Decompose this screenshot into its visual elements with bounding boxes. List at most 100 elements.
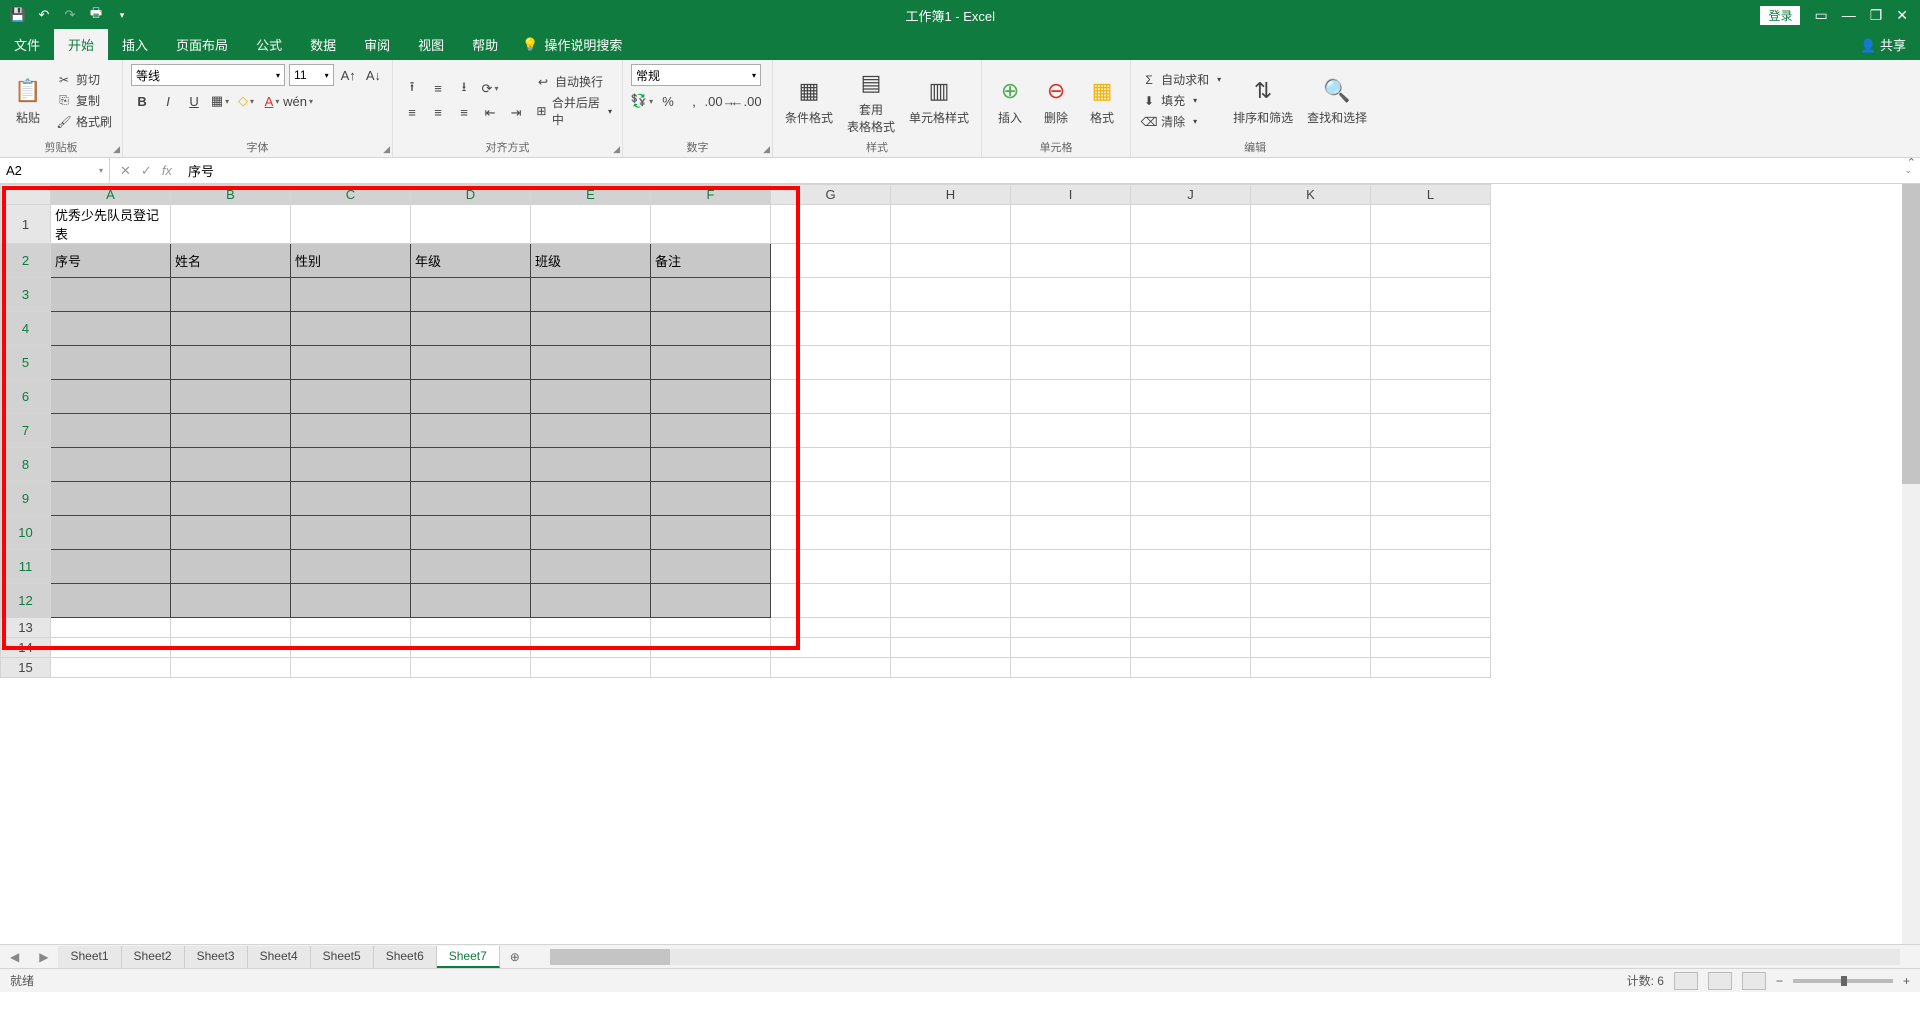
cell-G3[interactable]: [771, 278, 891, 312]
cut-button[interactable]: ✂剪切: [54, 70, 114, 89]
cell-H10[interactable]: [891, 516, 1011, 550]
cell-A13[interactable]: [51, 618, 171, 638]
row-header-7[interactable]: 7: [1, 414, 51, 448]
cell-L6[interactable]: [1371, 380, 1491, 414]
tab-review[interactable]: 审阅: [350, 29, 404, 60]
cell-L3[interactable]: [1371, 278, 1491, 312]
cell-F3[interactable]: [651, 278, 771, 312]
tab-home[interactable]: 开始: [54, 29, 108, 60]
cell-J12[interactable]: [1131, 584, 1251, 618]
decrease-decimal-icon[interactable]: ←.00: [735, 90, 757, 112]
cell-B9[interactable]: [171, 482, 291, 516]
cell-E3[interactable]: [531, 278, 651, 312]
cell-H15[interactable]: [891, 658, 1011, 678]
cell-J11[interactable]: [1131, 550, 1251, 584]
tab-formulas[interactable]: 公式: [242, 29, 296, 60]
cell-H8[interactable]: [891, 448, 1011, 482]
cell-A10[interactable]: [51, 516, 171, 550]
align-bottom-icon[interactable]: ⭳: [453, 78, 475, 100]
cell-D13[interactable]: [411, 618, 531, 638]
cell-A2[interactable]: 序号: [51, 244, 171, 278]
cell-K12[interactable]: [1251, 584, 1371, 618]
redo-icon[interactable]: ↷: [62, 7, 78, 23]
col-header-D[interactable]: D: [411, 185, 531, 205]
add-sheet-icon[interactable]: ⊕: [500, 950, 530, 964]
cell-E10[interactable]: [531, 516, 651, 550]
row-header-14[interactable]: 14: [1, 638, 51, 658]
restore-icon[interactable]: ❐: [1870, 7, 1883, 24]
cell-J8[interactable]: [1131, 448, 1251, 482]
cell-K5[interactable]: [1251, 346, 1371, 380]
cell-J1[interactable]: [1131, 205, 1251, 244]
cell-K2[interactable]: [1251, 244, 1371, 278]
cell-A11[interactable]: [51, 550, 171, 584]
cell-B12[interactable]: [171, 584, 291, 618]
cell-E7[interactable]: [531, 414, 651, 448]
cell-I8[interactable]: [1011, 448, 1131, 482]
cell-K8[interactable]: [1251, 448, 1371, 482]
row-header-3[interactable]: 3: [1, 278, 51, 312]
cell-I6[interactable]: [1011, 380, 1131, 414]
cell-F13[interactable]: [651, 618, 771, 638]
cell-D7[interactable]: [411, 414, 531, 448]
font-name-combo[interactable]: 等线▾: [131, 64, 285, 86]
collapse-ribbon-icon[interactable]: ⌃: [1907, 156, 1916, 169]
cell-C6[interactable]: [291, 380, 411, 414]
cell-I12[interactable]: [1011, 584, 1131, 618]
cell-G4[interactable]: [771, 312, 891, 346]
tell-me[interactable]: 💡 操作说明搜索: [512, 29, 632, 60]
zoom-slider[interactable]: [1793, 979, 1893, 983]
cell-D15[interactable]: [411, 658, 531, 678]
vertical-scrollbar[interactable]: [1902, 184, 1920, 944]
cell-J7[interactable]: [1131, 414, 1251, 448]
col-header-H[interactable]: H: [891, 185, 1011, 205]
format-cells-button[interactable]: ▦格式: [1082, 73, 1122, 128]
row-header-10[interactable]: 10: [1, 516, 51, 550]
align-launcher-icon[interactable]: ◢: [613, 144, 620, 155]
cell-G1[interactable]: [771, 205, 891, 244]
cell-C12[interactable]: [291, 584, 411, 618]
cell-I14[interactable]: [1011, 638, 1131, 658]
cell-C8[interactable]: [291, 448, 411, 482]
cell-J10[interactable]: [1131, 516, 1251, 550]
share-button[interactable]: 👤 共享: [1846, 29, 1920, 60]
fill-button[interactable]: ⬇填充▾: [1139, 91, 1223, 110]
hscroll-thumb[interactable]: [550, 949, 670, 965]
cell-G6[interactable]: [771, 380, 891, 414]
copy-button[interactable]: ⎘复制: [54, 91, 114, 110]
cell-I3[interactable]: [1011, 278, 1131, 312]
sheet-tab-Sheet2[interactable]: Sheet2: [122, 946, 185, 968]
number-format-combo[interactable]: 常规▾: [631, 64, 761, 86]
row-header-5[interactable]: 5: [1, 346, 51, 380]
table-style-button[interactable]: ▤套用 表格格式: [843, 65, 899, 137]
cell-J6[interactable]: [1131, 380, 1251, 414]
cell-H3[interactable]: [891, 278, 1011, 312]
row-header-9[interactable]: 9: [1, 482, 51, 516]
tab-layout[interactable]: 页面布局: [162, 29, 242, 60]
fx-icon[interactable]: fx: [162, 163, 172, 179]
cell-G2[interactable]: [771, 244, 891, 278]
cell-F7[interactable]: [651, 414, 771, 448]
col-header-E[interactable]: E: [531, 185, 651, 205]
cell-I1[interactable]: [1011, 205, 1131, 244]
cell-G7[interactable]: [771, 414, 891, 448]
cell-L9[interactable]: [1371, 482, 1491, 516]
cell-I15[interactable]: [1011, 658, 1131, 678]
cell-B10[interactable]: [171, 516, 291, 550]
cell-E8[interactable]: [531, 448, 651, 482]
cell-F5[interactable]: [651, 346, 771, 380]
cell-A8[interactable]: [51, 448, 171, 482]
wrap-text-button[interactable]: ↩自动换行: [533, 72, 614, 91]
orientation-icon[interactable]: ⟳: [479, 78, 501, 100]
cell-G9[interactable]: [771, 482, 891, 516]
clipboard-launcher-icon[interactable]: ◢: [113, 144, 120, 155]
cell-L13[interactable]: [1371, 618, 1491, 638]
cell-B14[interactable]: [171, 638, 291, 658]
merge-center-button[interactable]: ⊞合并后居中▾: [533, 93, 614, 129]
cell-J13[interactable]: [1131, 618, 1251, 638]
row-header-6[interactable]: 6: [1, 380, 51, 414]
cell-K9[interactable]: [1251, 482, 1371, 516]
cell-F12[interactable]: [651, 584, 771, 618]
italic-button[interactable]: I: [157, 90, 179, 112]
login-button[interactable]: 登录: [1760, 6, 1800, 25]
